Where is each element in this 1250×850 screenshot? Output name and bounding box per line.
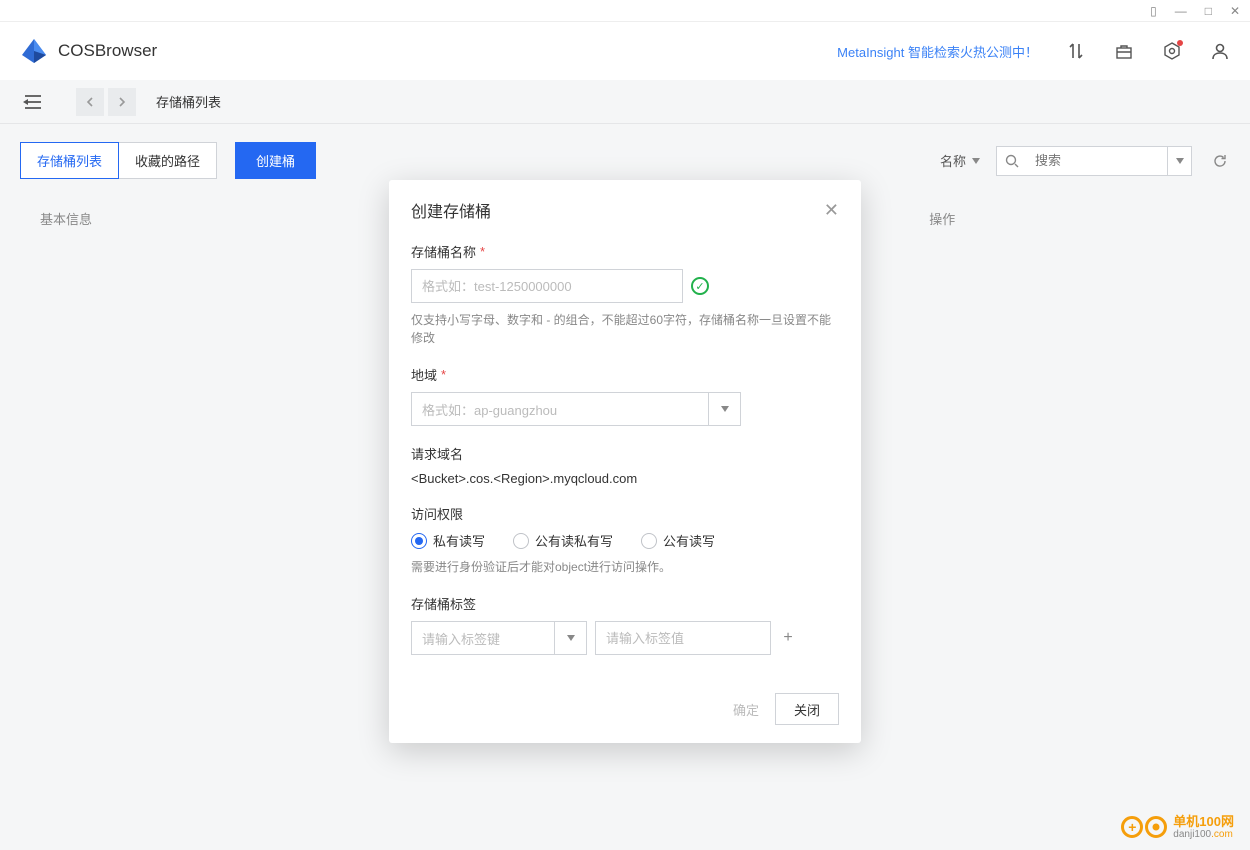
refresh-button[interactable]: [1210, 151, 1230, 171]
modal-close-button[interactable]: ✕: [824, 200, 839, 221]
search-box: [996, 146, 1192, 176]
tab-bucket-list[interactable]: 存储桶列表: [20, 142, 119, 179]
logo-area: COSBrowser: [20, 37, 157, 65]
permission-label: 访问权限: [411, 504, 839, 523]
watermark-domain: danji100.com: [1173, 829, 1234, 840]
chevron-down-icon: [554, 622, 586, 654]
search-icon: [997, 154, 1027, 168]
tag-add-button[interactable]: +: [779, 629, 797, 647]
bucket-name-input[interactable]: [411, 269, 683, 303]
nav-back-button[interactable]: [76, 88, 104, 116]
view-tabs: 存储桶列表 收藏的路径 创建桶: [20, 142, 316, 179]
tag-key-placeholder: 请输入标签键: [412, 629, 554, 648]
modal-title: 创建存储桶: [411, 198, 491, 222]
tag-key-select[interactable]: 请输入标签键: [411, 621, 587, 655]
modal-cancel-button[interactable]: 关闭: [775, 693, 839, 725]
tags-label: 存储桶标签: [411, 594, 839, 613]
modal-ok-button[interactable]: 确定: [733, 700, 759, 719]
nav-forward-button[interactable]: [108, 88, 136, 116]
bucket-name-help: 仅支持小写字母、数字和 - 的组合，不能超过60字符，存储桶名称一旦设置不能修改: [411, 311, 839, 347]
close-window-button[interactable]: ✕: [1230, 4, 1240, 18]
settings-icon[interactable]: [1162, 41, 1182, 61]
app-logo-icon: [20, 37, 48, 65]
app-name: COSBrowser: [58, 41, 157, 61]
create-bucket-modal: 创建存储桶 ✕ 存储桶名称* ✓ 仅支持小写字母、数字和 - 的组合，不能超过6…: [389, 180, 861, 743]
content-toolbar: 存储桶列表 收藏的路径 创建桶 名称: [20, 142, 1230, 179]
search-dropdown-button[interactable]: [1167, 147, 1191, 175]
watermark-icon: [1121, 816, 1143, 838]
region-select[interactable]: 格式如：ap-guangzhou: [411, 392, 741, 426]
region-placeholder: 格式如：ap-guangzhou: [412, 400, 708, 419]
promo-link[interactable]: MetaInsight 智能检索火热公测中！: [837, 42, 1038, 61]
breadcrumb: 存储桶列表: [156, 92, 221, 111]
permission-radio-group: 私有读写 公有读私有写 公有读写: [411, 531, 839, 550]
app-header: COSBrowser MetaInsight 智能检索火热公测中！: [0, 22, 1250, 80]
check-ok-icon: ✓: [691, 277, 709, 295]
maximize-button[interactable]: □: [1205, 4, 1212, 18]
col-operations: 操作: [929, 209, 1210, 228]
toolbox-icon[interactable]: [1114, 41, 1134, 61]
minimize-button[interactable]: —: [1175, 4, 1187, 18]
sidebar-toggle-icon[interactable]: [20, 89, 46, 115]
tag-value-input[interactable]: [595, 621, 771, 655]
chevron-down-icon: [708, 393, 740, 425]
window-titlebar: ▯ — □ ✕: [0, 0, 1250, 22]
tab-favorite-paths[interactable]: 收藏的路径: [119, 142, 217, 179]
create-bucket-button[interactable]: 创建桶: [235, 142, 316, 179]
permission-help: 需要进行身份验证后才能对object进行访问操作。: [411, 558, 839, 576]
radio-private[interactable]: 私有读写: [411, 531, 485, 550]
watermark-icon: [1145, 816, 1167, 838]
watermark-name: 单机100网: [1173, 815, 1234, 829]
radio-public-read[interactable]: 公有读私有写: [513, 531, 613, 550]
watermark: 单机100网 danji100.com: [1121, 815, 1234, 840]
region-label: 地域*: [411, 365, 839, 384]
user-icon[interactable]: [1210, 41, 1230, 61]
request-domain-value: <Bucket>.cos.<Region>.myqcloud.com: [411, 471, 839, 486]
mobile-icon[interactable]: ▯: [1150, 4, 1157, 18]
request-domain-label: 请求域名: [411, 444, 839, 463]
filter-select-label: 名称: [940, 151, 966, 170]
nav-bar: 存储桶列表: [0, 80, 1250, 124]
bucket-name-label: 存储桶名称*: [411, 242, 839, 261]
filter-select[interactable]: 名称: [934, 151, 986, 170]
transfers-icon[interactable]: [1066, 41, 1086, 61]
search-input[interactable]: [1027, 153, 1167, 168]
radio-public-rw[interactable]: 公有读写: [641, 531, 715, 550]
